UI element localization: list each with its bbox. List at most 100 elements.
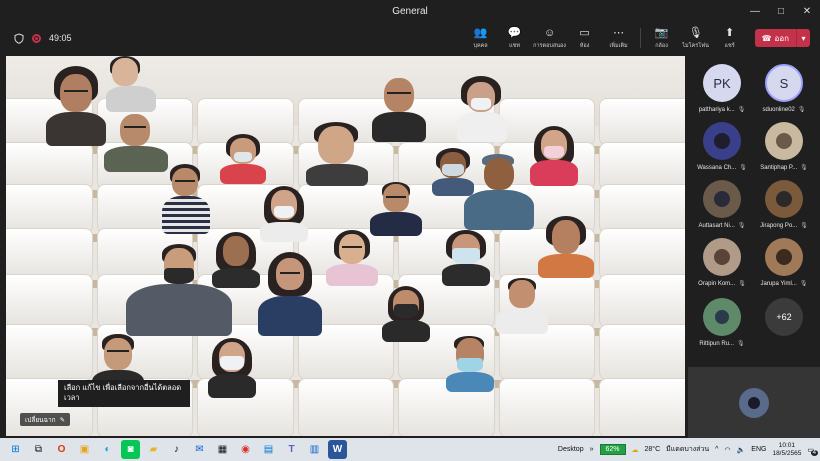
outlook-icon[interactable]: ▥ [305, 440, 324, 459]
close-button[interactable]: ✕ [794, 0, 820, 22]
self-view [688, 367, 820, 438]
word-icon[interactable]: W [328, 440, 347, 459]
folder-icon[interactable]: ▰ [144, 440, 163, 459]
change-scene-button[interactable]: เปลี่ยนฉาก ✎ [20, 413, 71, 426]
wifi-icon[interactable]: ◠ [724, 446, 730, 454]
people-button[interactable]: 👥 บุคคล [464, 22, 498, 54]
mic-off-icon: 🎙 [800, 165, 808, 171]
leave-main: ☎ ออก [755, 29, 796, 47]
participant-tile[interactable]: Santiphap P... 🎙 [754, 122, 814, 179]
camera-label: กล้อง [655, 42, 668, 49]
participant-tile[interactable]: Rittipun Ru... 🎙 [692, 298, 752, 355]
participants-panel: PK patthariya k... 🎙 S sduonline02 🎙 Wassa… [688, 56, 820, 438]
teams-meeting-window: General — □ ✕ 49:05 👥 บุคคล 💬 แชท ☺ การต… [0, 0, 820, 461]
reactions-icon: ☺ [543, 26, 556, 39]
mail-icon[interactable]: ✉ [190, 440, 209, 459]
title-bar: General — □ ✕ [0, 0, 820, 22]
explorer-icon[interactable]: ▣ [75, 440, 94, 459]
minimize-button[interactable]: — [742, 0, 768, 22]
windows-start-icon[interactable]: ⊞ [6, 440, 25, 459]
pencil-icon: ✎ [59, 416, 66, 424]
more-icon: ⋯ [613, 26, 625, 39]
office-icon[interactable]: O [52, 440, 71, 459]
share-button[interactable]: ⬆ แชร์ [713, 22, 747, 54]
participant-tile[interactable]: Jirapong Po... 🎙 [754, 180, 814, 237]
task-view-icon[interactable]: ⧉ [29, 440, 48, 459]
more-button[interactable]: ⋯ เพิ่มเติม [602, 22, 636, 54]
mic-off-icon: 🎙 [800, 223, 808, 229]
language-indicator[interactable]: ENG [751, 446, 766, 453]
participant-tile[interactable]: PK patthariya k... 🎙 [692, 64, 752, 121]
mic-off-icon: 🎙 [737, 107, 746, 113]
participant-tile[interactable]: Jarupa Yiml... 🎙 [754, 238, 814, 295]
mic-off-icon: 🎙 [738, 281, 746, 287]
meeting-timer: 49:05 [49, 33, 72, 43]
chevron-right-icon: » [589, 446, 594, 453]
mic-off-icon: 🎙 [737, 341, 745, 347]
participant-tile[interactable]: Orapin Kom... 🎙 [692, 238, 752, 295]
participant-tile[interactable]: Wassana Ch... 🎙 [692, 122, 752, 179]
avatar [703, 122, 741, 160]
meeting-toolbar: 49:05 👥 บุคคล 💬 แชท ☺ การตอบสนอง ▭ ห้อง … [0, 22, 820, 54]
avatar [765, 180, 803, 218]
participant-name: Wassana Ch... [697, 164, 737, 171]
rooms-label: ห้อง [579, 42, 590, 49]
avatar [703, 238, 741, 276]
mic-label: ไมโครโฟน [682, 42, 709, 49]
participant-name: Jirapong Po... [760, 222, 798, 229]
participant-name: Jarupa Yiml... [760, 280, 797, 287]
window-controls: — □ ✕ [742, 0, 820, 22]
mic-off-icon: 🎙 [737, 223, 746, 229]
participant-name: Rittipun Ru... [699, 340, 735, 347]
participant-tile[interactable]: Auttasart Ni... 🎙 [692, 180, 752, 237]
participant-tile[interactable]: S sduonline02 🎙 [754, 64, 814, 121]
leave-label: ออก [774, 33, 789, 43]
participant-name: Orapin Kom... [698, 280, 736, 287]
rooms-button[interactable]: ▭ ห้อง [568, 22, 602, 54]
mic-button[interactable]: 🎙 ไมโครโฟน [679, 22, 713, 54]
more-label: เพิ่มเติม [609, 42, 628, 49]
participant-name: sduonline02 [762, 106, 795, 113]
avatar [765, 122, 803, 160]
notification-icon[interactable]: ▭ 4 [807, 446, 818, 456]
tiktok-icon[interactable]: ♪ [167, 440, 186, 459]
window-title: General [392, 5, 428, 17]
avatar [765, 238, 803, 276]
volume-icon[interactable]: 🔈 [737, 446, 746, 454]
share-icon: ⬆ [724, 26, 735, 39]
more-participants-count: +62 [765, 298, 803, 336]
chrome-icon[interactable]: ◉ [236, 440, 255, 459]
teams-icon[interactable]: T [282, 440, 301, 459]
chevron-up-icon[interactable]: ^ [715, 446, 718, 453]
chat-label: แชท [509, 42, 521, 49]
leave-button[interactable]: ☎ ออก ▾ [754, 29, 810, 47]
recording-icon [32, 33, 41, 43]
mic-off-icon: 🎙 [739, 165, 747, 171]
toolbar-actions: 👥 บุคคล 💬 แชท ☺ การตอบสนอง ▭ ห้อง ⋯ เพิ่… [464, 22, 810, 54]
store-icon[interactable]: ▤ [259, 440, 278, 459]
desktop-label[interactable]: Desktop [558, 446, 584, 453]
camera-button[interactable]: 📷 กล้อง [645, 22, 679, 54]
toolbar-divider [639, 28, 641, 48]
edge-icon[interactable]: ◐ [98, 440, 117, 459]
reactions-button[interactable]: ☺ การตอบสนอง [532, 22, 568, 54]
line-icon[interactable]: ◙ [121, 440, 140, 459]
weather-temp[interactable]: 28°C [645, 446, 661, 453]
people-icon: 👥 [473, 26, 488, 39]
system-clock[interactable]: 10:01 18/5/2565 [772, 442, 801, 458]
chat-button[interactable]: 💬 แชท [498, 22, 532, 54]
weather-icon: ☁ [631, 446, 639, 454]
reactions-label: การตอบสนอง [533, 42, 566, 49]
clock-date: 18/5/2565 [772, 449, 802, 457]
windows-taskbar: ⊞ ⧉ O ▣ ◐ ◙ ▰ ♪ ✉ ▦ ◉ ▤ T ▥ W Desktop » … [0, 438, 820, 461]
together-mode-stage: เลือก แก้ไข เพื่อเลือกจากอื่นได้ตลอด เวล… [6, 56, 685, 436]
chat-icon: 💬 [507, 26, 522, 39]
avatar: PK [703, 64, 741, 102]
maximize-button[interactable]: □ [768, 0, 794, 22]
battery-indicator: 62% [599, 444, 626, 455]
chevron-down-icon[interactable]: ▾ [796, 29, 810, 47]
calendar-icon[interactable]: ▦ [213, 440, 232, 459]
share-label: แชร์ [724, 42, 735, 49]
rooms-icon: ▭ [579, 26, 590, 39]
more-participants-button[interactable]: +62 [754, 298, 814, 355]
